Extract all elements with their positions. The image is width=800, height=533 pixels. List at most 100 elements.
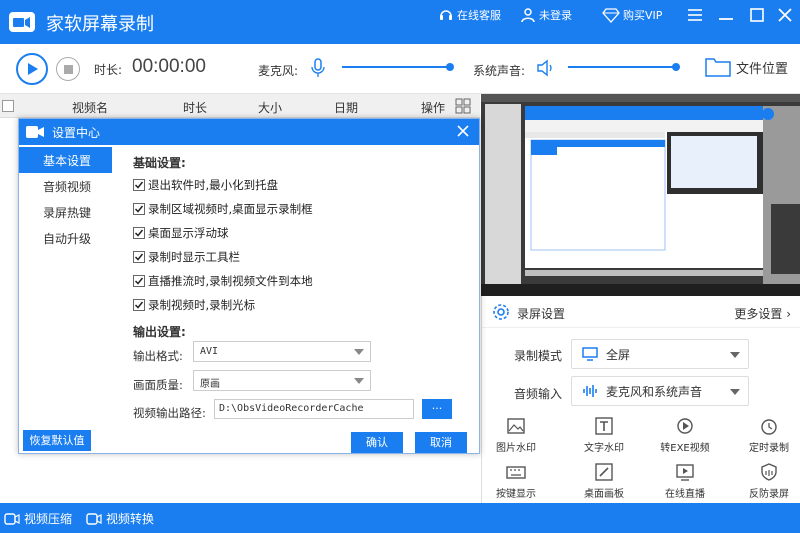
video-compress-button[interactable]: 视频压缩 — [4, 510, 72, 527]
text-watermark-tool[interactable]: 文字水印 — [574, 416, 634, 454]
shield-icon — [761, 463, 777, 481]
quality-label: 画面质量: — [133, 378, 183, 392]
record-settings-panel: 录屏设置 更多设置 › 录制模式 全屏 音频输入 麦克风和系统声音 图片水印 文… — [481, 296, 800, 503]
recording-toolbar: 时长: 00:00:00 麦克风: 系统声音: 文件位置 — [0, 44, 800, 94]
output-path-input[interactable]: D:\ObsVideoRecorderCache — [214, 399, 414, 419]
option-label: 录制区域视频时,桌面显示录制框 — [148, 202, 313, 216]
more-settings-link[interactable]: 更多设置 › — [734, 305, 791, 322]
minimize-button[interactable] — [715, 4, 737, 26]
quality-select[interactable]: 原画 — [193, 370, 371, 391]
file-location-button[interactable]: 文件位置 — [704, 55, 788, 79]
option-minimize-to-tray[interactable]: 退出软件时,最小化到托盘 — [133, 177, 278, 193]
check-icon — [134, 253, 144, 261]
audio-wave-icon — [583, 385, 597, 397]
browse-button[interactable]: ... — [422, 399, 452, 419]
checkbox-checked[interactable] — [133, 299, 145, 311]
system-volume-knob[interactable] — [672, 63, 680, 71]
checkbox-checked[interactable] — [133, 275, 145, 287]
option-floating-ball[interactable]: 桌面显示浮动球 — [133, 225, 229, 241]
close-button[interactable] — [774, 4, 796, 26]
audio-input-label: 音频输入 — [514, 387, 563, 401]
close-icon — [778, 8, 792, 22]
login-link[interactable]: 未登录 — [520, 6, 572, 24]
menu-button[interactable] — [684, 4, 706, 26]
column-name[interactable]: 视频名 — [72, 99, 108, 116]
app-title: 家软屏幕录制 — [46, 14, 154, 35]
chevron-down-icon — [730, 389, 740, 395]
restore-defaults-button[interactable]: 恢复默认值 — [23, 430, 91, 451]
ok-button[interactable]: 确认 — [351, 432, 403, 453]
convert-exe-tool[interactable]: 转EXE视频 — [655, 416, 715, 454]
checkbox-checked[interactable] — [133, 227, 145, 239]
nav-auto-update[interactable]: 自动升级 — [19, 225, 112, 251]
checkbox-checked[interactable] — [133, 251, 145, 263]
file-location-label: 文件位置 — [736, 61, 789, 77]
grid-view-icon[interactable] — [455, 98, 471, 114]
stop-record-button[interactable] — [56, 57, 80, 81]
option-label: 桌面显示浮动球 — [148, 226, 229, 240]
desktop-board-tool[interactable]: 桌面画板 — [574, 462, 634, 500]
record-mode-select[interactable]: 全屏 — [571, 339, 749, 369]
buy-vip-link[interactable]: 购买VIP — [602, 6, 662, 24]
alarm-icon — [761, 419, 777, 435]
duration-label: 时长: — [94, 63, 123, 77]
app-logo-icon — [9, 12, 35, 32]
maximize-button[interactable] — [746, 4, 768, 26]
check-icon — [134, 301, 144, 309]
bottom-bar: 视频压缩 视频转换 — [0, 503, 800, 533]
record-mode-label: 录制模式 — [514, 349, 563, 363]
audio-input-select[interactable]: 麦克风和系统声音 — [571, 376, 749, 406]
option-show-record-frame[interactable]: 录制区域视频时,桌面显示录制框 — [133, 201, 313, 217]
customer-service-link[interactable]: 在线客服 — [438, 6, 501, 24]
column-size[interactable]: 大小 — [258, 99, 282, 116]
system-sound-label: 系统声音: — [473, 64, 526, 78]
dialog-title: 设置中心 — [52, 126, 101, 140]
buy-vip-label: 购买VIP — [623, 9, 663, 22]
tool-label: 定时录制 — [749, 443, 789, 454]
mic-volume-slider[interactable] — [342, 63, 454, 71]
select-all-checkbox[interactable] — [2, 100, 14, 112]
video-convert-button[interactable]: 视频转换 — [86, 510, 154, 527]
option-label: 退出软件时,最小化到托盘 — [148, 178, 279, 192]
output-path-label: 视频输出路径: — [133, 406, 206, 420]
tool-label: 图片水印 — [496, 443, 536, 454]
monitor-icon — [582, 347, 598, 361]
system-volume-slider[interactable] — [568, 63, 680, 71]
checkbox-checked[interactable] — [133, 203, 145, 215]
user-icon — [521, 8, 535, 23]
anti-record-tool[interactable]: 反防录屏 — [739, 462, 799, 500]
nav-audio-video[interactable]: 音频视频 — [19, 173, 112, 199]
menu-icon — [688, 9, 702, 21]
tool-label: 文字水印 — [584, 443, 624, 454]
column-date[interactable]: 日期 — [334, 99, 358, 116]
preview-thumbnail — [481, 94, 800, 296]
chevron-down-icon — [354, 349, 364, 355]
option-record-while-streaming[interactable]: 直播推流时,录制视频文件到本地 — [133, 273, 313, 289]
option-record-cursor[interactable]: 录制视频时,录制光标 — [133, 297, 255, 313]
folder-icon — [705, 58, 731, 77]
microphone-icon[interactable] — [311, 58, 325, 78]
output-format-select[interactable]: AVI — [193, 341, 371, 362]
option-show-toolbar[interactable]: 录制时显示工具栏 — [133, 249, 240, 265]
close-icon[interactable] — [455, 123, 471, 139]
mic-label: 麦克风: — [258, 64, 299, 78]
login-label: 未登录 — [539, 9, 572, 22]
convert-icon — [677, 418, 693, 434]
tool-label: 按键显示 — [496, 489, 536, 500]
live-stream-tool[interactable]: 在线直播 — [655, 462, 715, 500]
checkbox-checked[interactable] — [133, 179, 145, 191]
nav-basic-settings[interactable]: 基本设置 — [19, 147, 112, 173]
image-watermark-tool[interactable]: 图片水印 — [486, 416, 546, 454]
file-list-header: 视频名 时长 大小 日期 操作 — [0, 94, 480, 118]
cancel-button[interactable]: 取消 — [415, 432, 467, 453]
speaker-icon[interactable] — [536, 58, 556, 78]
start-record-button[interactable] — [16, 53, 48, 85]
nav-hotkeys[interactable]: 录屏热键 — [19, 199, 112, 225]
option-label: 直播推流时,录制视频文件到本地 — [148, 274, 313, 288]
column-duration[interactable]: 时长 — [183, 99, 207, 116]
mic-volume-knob[interactable] — [446, 63, 454, 71]
tool-label: 反防录屏 — [749, 489, 789, 500]
scheduled-record-tool[interactable]: 定时录制 — [739, 416, 799, 454]
key-display-tool[interactable]: 按键显示 — [486, 462, 546, 500]
title-bar: 家软屏幕录制 在线客服 未登录 购买VIP — [0, 0, 800, 44]
